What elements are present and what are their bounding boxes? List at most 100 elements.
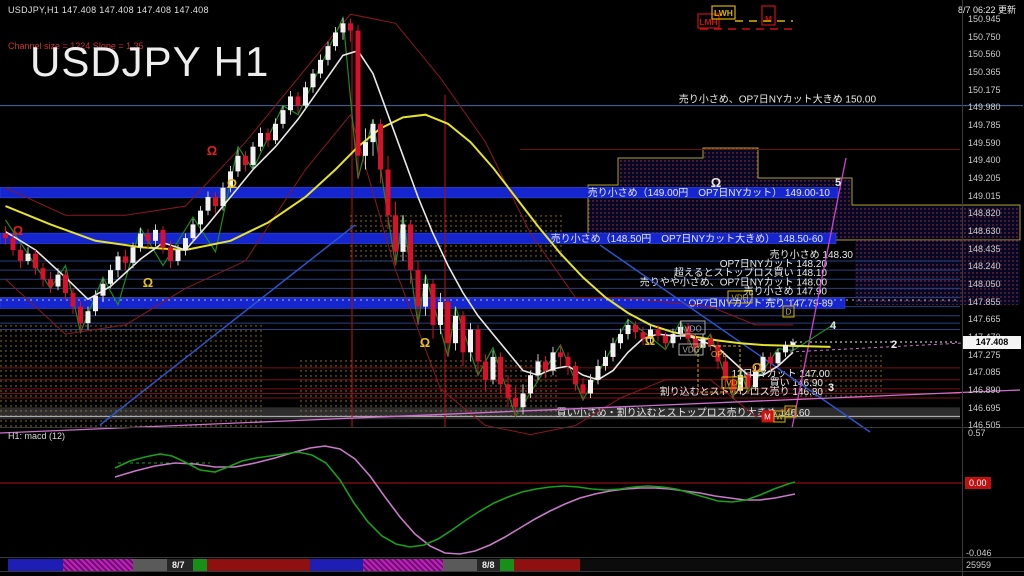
session-segment bbox=[8, 559, 63, 571]
candle-bull bbox=[596, 366, 601, 380]
candle-bear bbox=[356, 31, 361, 156]
band-annotation: OP7日NYカット 売り 147.79-89 bbox=[689, 297, 834, 310]
candle-bear bbox=[161, 230, 166, 247]
price-axis-tick: 149.785 bbox=[968, 120, 1001, 130]
wave-count-marker: 3 bbox=[828, 382, 834, 394]
session-segment bbox=[207, 559, 310, 571]
price-axis-tick: 149.400 bbox=[968, 155, 1001, 165]
date-label: 8/7 bbox=[172, 560, 185, 570]
candle-bear bbox=[506, 384, 511, 398]
candle-bear bbox=[296, 96, 301, 105]
candle-bull bbox=[273, 124, 278, 140]
bottom-border bbox=[0, 571, 1024, 572]
candle-bull bbox=[56, 275, 61, 287]
opl-zone-label: OPL bbox=[711, 350, 728, 359]
candle-bear bbox=[41, 268, 46, 279]
macd-zero-badge: 0.00 bbox=[965, 477, 991, 489]
price-axis-tick: 146.890 bbox=[968, 385, 1001, 395]
legend-box-label: LWH bbox=[714, 8, 733, 18]
price-axis-tick: 148.240 bbox=[968, 261, 1001, 271]
candle-bull bbox=[588, 380, 593, 394]
macd-indicator-label: H1: macd (12) bbox=[8, 431, 65, 441]
candle-bull bbox=[453, 316, 458, 343]
candle-bear bbox=[18, 250, 23, 261]
symbol-watermark: USDJPY H1 bbox=[30, 38, 269, 86]
price-axis-tick: 150.560 bbox=[968, 49, 1001, 59]
price-axis-tick: 146.695 bbox=[968, 403, 1001, 413]
omega-marker: Ω bbox=[420, 335, 430, 350]
candle-bull bbox=[288, 96, 293, 110]
price-axis-separator bbox=[962, 0, 963, 576]
candle-bull bbox=[611, 343, 616, 357]
tag-box-label: VDO bbox=[684, 325, 701, 334]
macd-signal-line bbox=[115, 446, 795, 554]
macd-window-separator[interactable] bbox=[0, 427, 1024, 428]
candle-bear bbox=[168, 247, 173, 261]
candle-bull bbox=[176, 250, 181, 261]
candle-bull bbox=[401, 224, 406, 251]
candle-bull bbox=[108, 270, 113, 284]
price-axis-tick: 147.275 bbox=[968, 350, 1001, 360]
candle-bull bbox=[221, 188, 226, 206]
candle-bull bbox=[551, 352, 556, 370]
price-axis-tick: 147.855 bbox=[968, 297, 1001, 307]
candle-bear bbox=[78, 307, 83, 323]
macd-subwindow bbox=[0, 446, 962, 554]
macd-extra-value: 25959 bbox=[966, 560, 991, 570]
candle-bear bbox=[566, 357, 571, 366]
candle-bear bbox=[416, 270, 421, 307]
price-axis-tick: 148.050 bbox=[968, 279, 1001, 289]
candle-bull bbox=[258, 133, 263, 147]
omega-marker: Ω bbox=[13, 223, 23, 238]
candle-bull bbox=[86, 311, 91, 323]
level-annotation: 売り小さめ、OP7日NYカット大きめ 150.00 bbox=[679, 93, 877, 106]
time-axis-separator bbox=[0, 557, 1024, 558]
candle-bear bbox=[431, 284, 436, 325]
omega-marker: Ω bbox=[752, 360, 762, 375]
candle-bull bbox=[198, 211, 203, 225]
candle-bear bbox=[461, 316, 466, 353]
price-axis-tick: 150.945 bbox=[968, 14, 1001, 24]
current-price-badge: 147.408 bbox=[963, 336, 1021, 349]
candle-bear bbox=[123, 256, 128, 262]
candle-bull bbox=[603, 357, 608, 366]
omega-marker: Ω bbox=[227, 176, 237, 191]
macd-scale-max: 0.57 bbox=[968, 428, 986, 438]
candle-bear bbox=[243, 156, 248, 165]
candle-bear bbox=[483, 361, 488, 379]
legend-box-label: M bbox=[765, 14, 772, 24]
tag-box-label: VDH bbox=[732, 294, 749, 303]
candle-bull bbox=[438, 302, 443, 325]
price-axis-tick: 149.980 bbox=[968, 102, 1001, 112]
candle-bull bbox=[303, 87, 308, 105]
price-axis-tick: 150.175 bbox=[968, 85, 1001, 95]
band-annotation: 売り小さめ（148.50円 OP7日NYカット大きめ） 148.50-60 bbox=[551, 232, 824, 245]
candle-bull bbox=[528, 375, 533, 393]
candle-bull bbox=[671, 334, 676, 343]
price-chart-canvas[interactable]: 売り小さめ、OP7日NYカット大きめ 150.00売り小さめ 148.30OP7… bbox=[0, 0, 1024, 576]
candle-bull bbox=[326, 46, 331, 60]
price-axis-tick: 147.085 bbox=[968, 367, 1001, 377]
candle-bull bbox=[626, 325, 631, 334]
candle-bear bbox=[476, 329, 481, 361]
price-axis-tick: 149.015 bbox=[968, 191, 1001, 201]
band-annotation: 売り小さめ（149.00円 OP7日NYカット） 149.00-10 bbox=[588, 186, 831, 199]
candle-bear bbox=[48, 279, 53, 286]
candle-bear bbox=[266, 133, 271, 140]
price-axis-tick: 148.820 bbox=[968, 208, 1001, 218]
candle-bear bbox=[573, 366, 578, 384]
candle-bull bbox=[138, 234, 143, 248]
candle-bull bbox=[491, 357, 496, 380]
candle-bull bbox=[93, 296, 98, 312]
level-annotation: 売り小さめ 147.90 bbox=[744, 285, 828, 298]
tag-box-label: D bbox=[788, 408, 794, 417]
candle-bull bbox=[341, 23, 346, 32]
session-segment bbox=[514, 559, 580, 571]
wave-count-marker: 5 bbox=[835, 177, 841, 189]
wave-count-marker: 4 bbox=[830, 320, 837, 332]
tag-box-label: W bbox=[776, 413, 784, 422]
candle-bull bbox=[333, 32, 338, 46]
candle-bear bbox=[768, 357, 773, 363]
candle-bull bbox=[131, 247, 136, 263]
candle-bull bbox=[468, 329, 473, 352]
